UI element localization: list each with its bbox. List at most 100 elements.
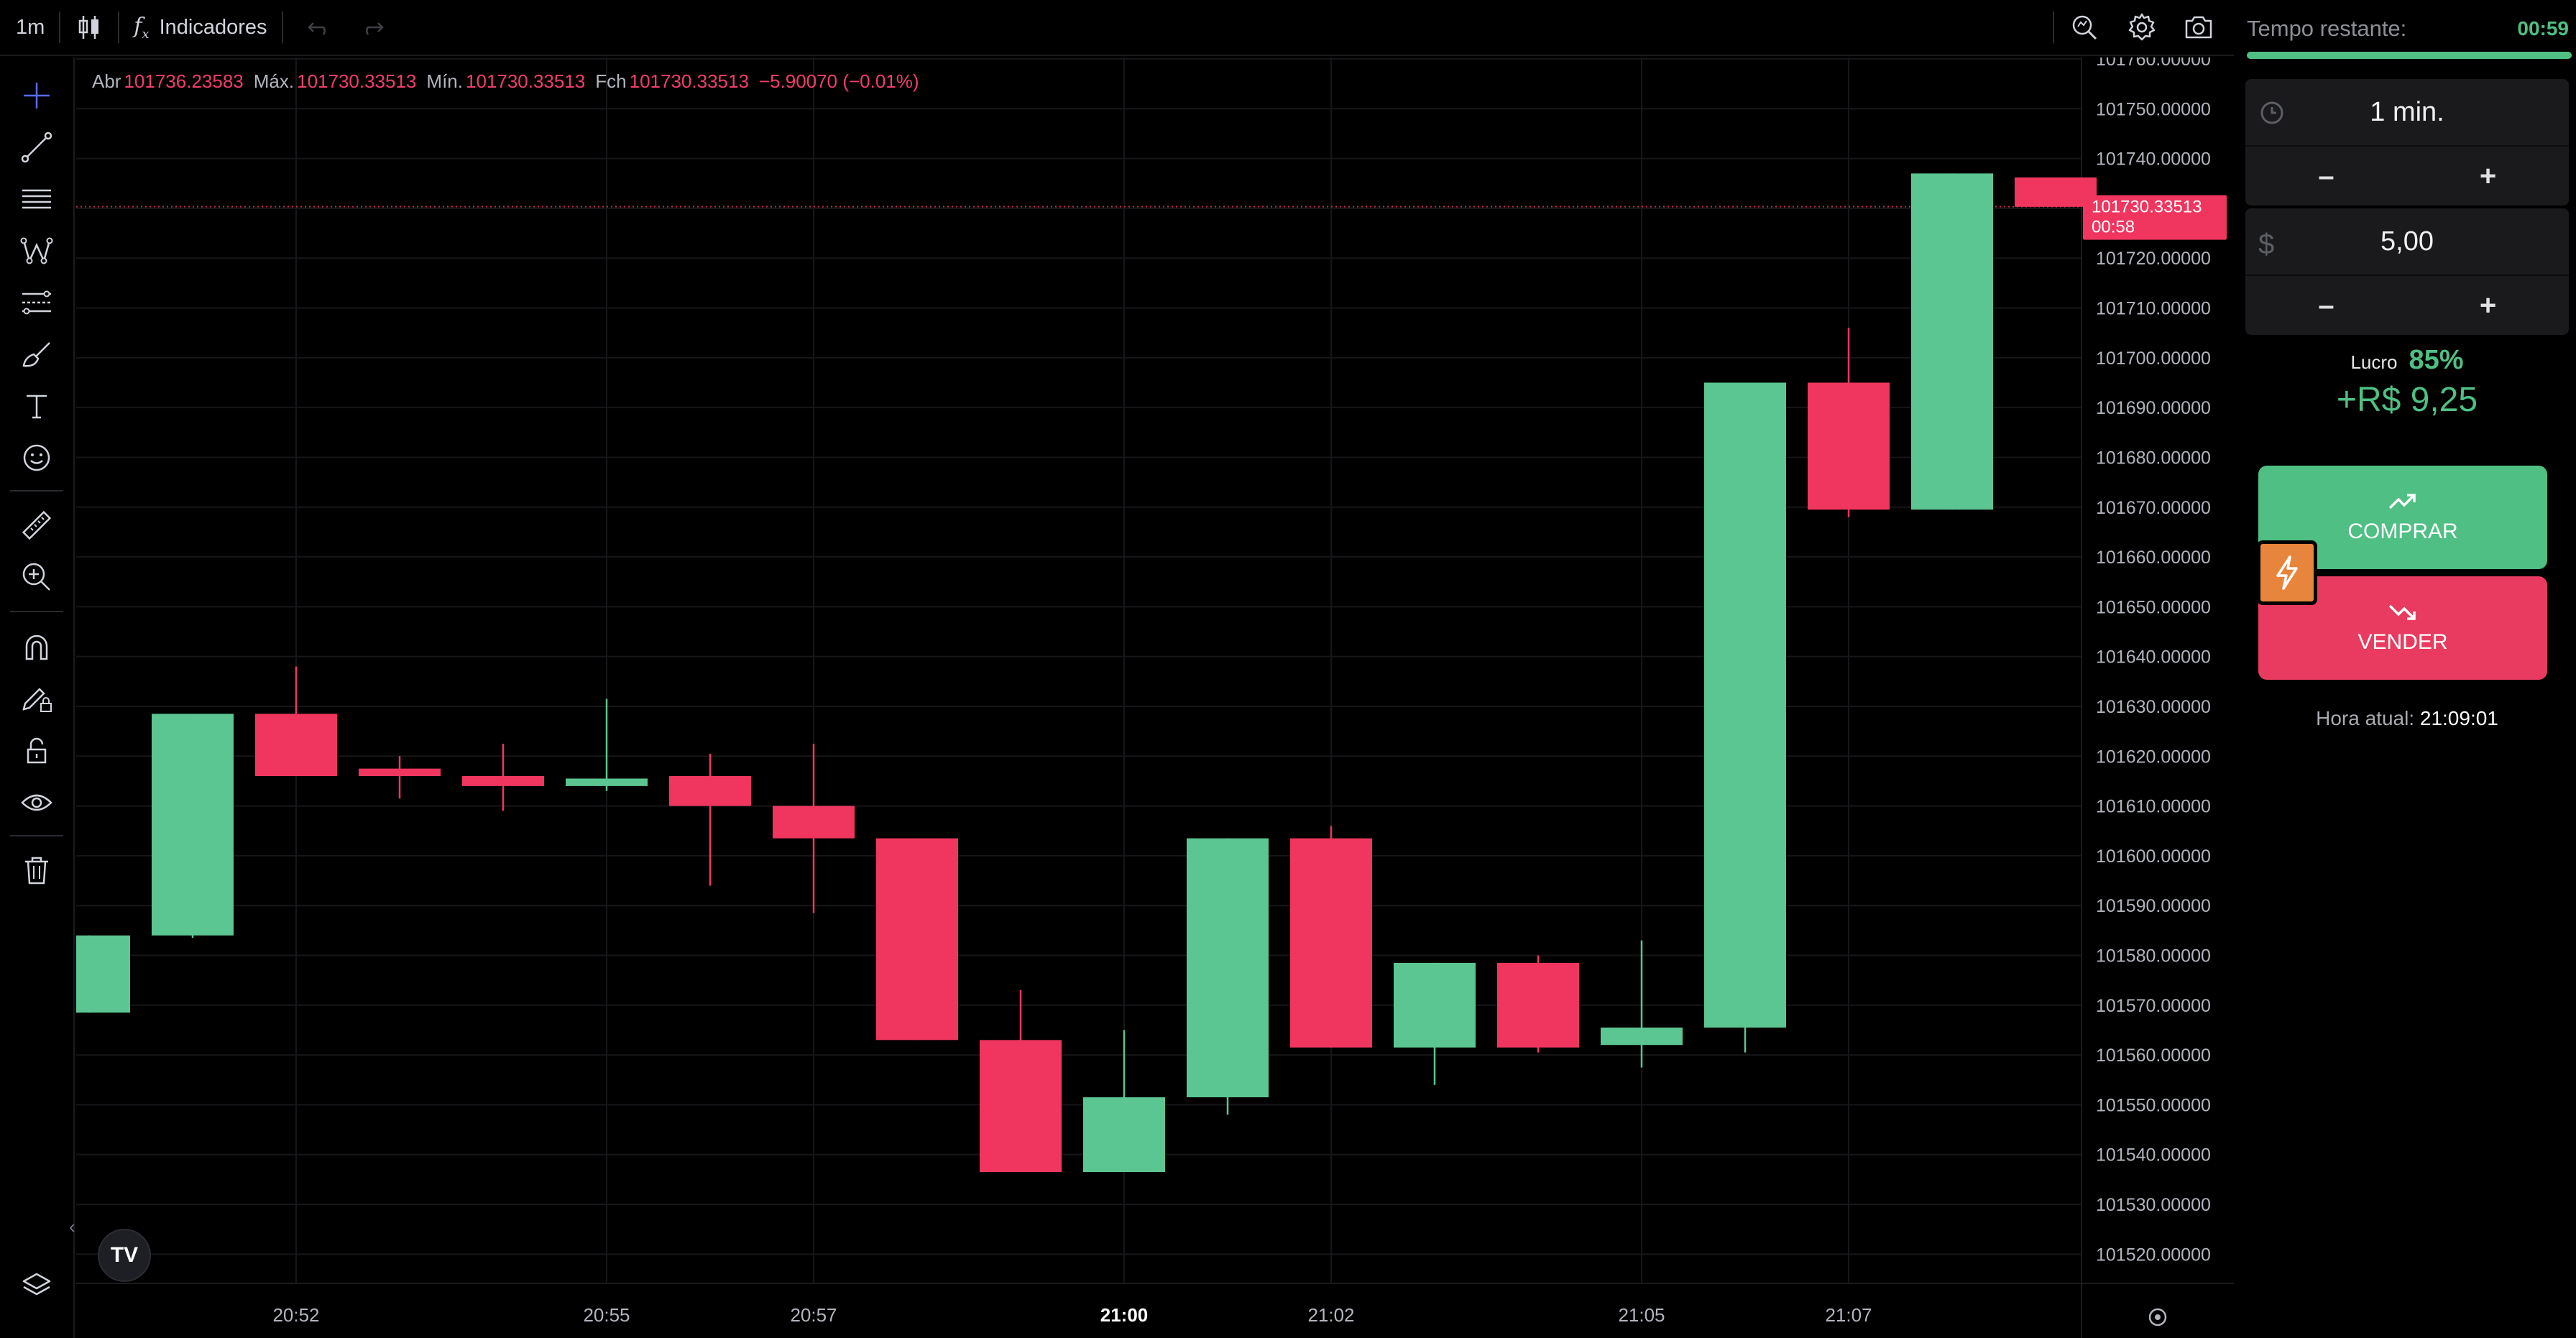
price-axis-label: 101690.00000 xyxy=(2096,398,2211,418)
toolbar-divider xyxy=(281,11,283,43)
trend-down-icon xyxy=(2388,604,2416,620)
undo-icon xyxy=(307,22,326,35)
dollar-icon: $ xyxy=(2258,229,2275,260)
amount-input[interactable]: $ 5,00 xyxy=(2245,208,2569,276)
quick-trade-button[interactable] xyxy=(2257,540,2317,605)
current-time-label: Hora atual: xyxy=(2316,707,2415,729)
toolbar-divider xyxy=(59,11,61,43)
pattern-tool[interactable] xyxy=(16,230,58,272)
candle-body xyxy=(1911,173,1993,510)
screenshot-button[interactable] xyxy=(2182,0,2215,55)
text-tool[interactable] xyxy=(16,385,58,427)
sell-label: VENDER xyxy=(2358,630,2448,654)
toolbar-divider xyxy=(10,490,63,492)
crosshair-tool[interactable] xyxy=(16,75,58,116)
candle-body xyxy=(1497,962,1579,1048)
fibonacci-icon xyxy=(22,290,51,315)
lock-tool[interactable] xyxy=(16,730,58,772)
plus-icon: + xyxy=(2479,160,2497,192)
candle-body xyxy=(76,935,130,1013)
top-toolbar: 1m fx Indicadores xyxy=(0,0,2234,56)
timer-progress-bar xyxy=(2247,52,2572,59)
candle-body xyxy=(1290,838,1372,1048)
lightning-icon xyxy=(2276,555,2298,590)
high-value: 101730.33513 xyxy=(297,70,417,92)
fib-tool[interactable] xyxy=(16,282,58,323)
profit-percent: 85% xyxy=(2409,345,2464,375)
object-tree-tool[interactable] xyxy=(16,1265,58,1306)
plus-icon: + xyxy=(2479,289,2497,321)
duration-value: 1 min. xyxy=(2370,96,2444,127)
indicators-button[interactable]: fx Indicadores xyxy=(134,0,267,55)
search-icon xyxy=(2072,15,2097,40)
amount-field: $ 5,00 – + xyxy=(2245,208,2569,335)
drawing-toolbar xyxy=(0,57,75,1338)
layers-icon xyxy=(22,1273,51,1296)
trend-line-icon xyxy=(21,132,52,163)
amount-decrease-button[interactable]: – xyxy=(2245,276,2407,335)
horizontal-lines-tool[interactable] xyxy=(16,178,58,220)
toolbar-divider xyxy=(2053,11,2054,43)
timeframe-button[interactable]: 1m xyxy=(0,0,45,55)
current-time-value: 21:09:01 xyxy=(2419,707,2498,729)
duration-decrease-button[interactable]: – xyxy=(2245,147,2407,206)
redo-button[interactable] xyxy=(358,0,387,55)
candle-type-button[interactable] xyxy=(75,0,104,55)
redo-icon xyxy=(365,22,384,35)
candlestick-icon xyxy=(79,16,99,39)
price-axis-label: 101560.00000 xyxy=(2096,1046,2211,1066)
delete-drawings-tool[interactable] xyxy=(16,849,58,891)
emoji-tool[interactable] xyxy=(16,437,58,479)
magnet-icon xyxy=(25,635,48,660)
candle-body xyxy=(669,776,751,806)
price-axis-label: 101670.00000 xyxy=(2096,498,2211,518)
quick-search-button[interactable] xyxy=(2069,0,2100,55)
candle-body xyxy=(1187,838,1269,1098)
time-axis-label: 20:55 xyxy=(583,1304,630,1326)
ruler-tool[interactable] xyxy=(16,504,58,546)
collapse-toolbar-chevron-icon[interactable]: ‹ xyxy=(69,1216,75,1238)
minus-icon: – xyxy=(2318,289,2334,321)
ruler-icon xyxy=(22,510,52,540)
zoom-in-icon xyxy=(22,563,50,591)
ohlc-legend: Abr 101736.23583 Máx. 101730.33513 Mín. … xyxy=(92,70,929,93)
pattern-icon xyxy=(20,237,53,264)
buy-label: COMPRAR xyxy=(2347,520,2458,543)
chart-canvas[interactable]: 101760.00000 101750.00000 101740.00000 1017… xyxy=(76,57,2234,1338)
candle-countdown: 00:58 xyxy=(2092,218,2135,237)
pencil-lock-icon xyxy=(22,688,52,712)
duration-increase-button[interactable]: + xyxy=(2407,147,2569,206)
price-axis-label: 101600.00000 xyxy=(2096,846,2211,867)
timeframe-label: 1m xyxy=(16,15,45,39)
trend-line-tool[interactable] xyxy=(16,126,58,168)
price-axis-label: 101650.00000 xyxy=(2096,597,2211,617)
duration-steppers: – + xyxy=(2245,147,2569,206)
smiley-icon xyxy=(23,444,50,471)
magnet-tool[interactable] xyxy=(16,627,58,668)
logo-text: TV xyxy=(110,1243,139,1267)
zoom-tool[interactable] xyxy=(16,556,58,598)
minus-icon: – xyxy=(2318,160,2334,192)
undo-button[interactable] xyxy=(305,0,334,55)
trend-up-icon xyxy=(2388,494,2416,509)
hide-drawings-tool[interactable] xyxy=(16,782,58,823)
price-axis-label: 101700.00000 xyxy=(2096,349,2211,369)
price-chart[interactable]: 101760.00000 101750.00000 101740.00000 1017… xyxy=(69,57,2234,1338)
duration-input[interactable]: 1 min. xyxy=(2245,79,2569,147)
candle-body xyxy=(773,806,855,839)
amount-value: 5,00 xyxy=(2380,226,2434,257)
settings-button[interactable] xyxy=(2126,0,2158,55)
tradingview-logo[interactable]: TV xyxy=(98,1229,151,1282)
brush-tool[interactable] xyxy=(16,333,58,375)
candle-body xyxy=(1704,382,1786,1028)
lock-drawings-tool[interactable] xyxy=(16,678,58,720)
time-axis-label: 21:07 xyxy=(1825,1304,1872,1326)
candle-body xyxy=(1601,1028,1683,1046)
profit-line: Lucro 85% xyxy=(2245,345,2569,376)
duration-field: 1 min. – + xyxy=(2245,79,2569,206)
price-axis-label: 101520.00000 xyxy=(2096,1245,2211,1265)
price-axis-label: 101540.00000 xyxy=(2096,1145,2211,1166)
trash-icon xyxy=(25,857,48,885)
axis-settings-icon-center xyxy=(2155,1314,2161,1320)
amount-increase-button[interactable]: + xyxy=(2407,276,2569,335)
